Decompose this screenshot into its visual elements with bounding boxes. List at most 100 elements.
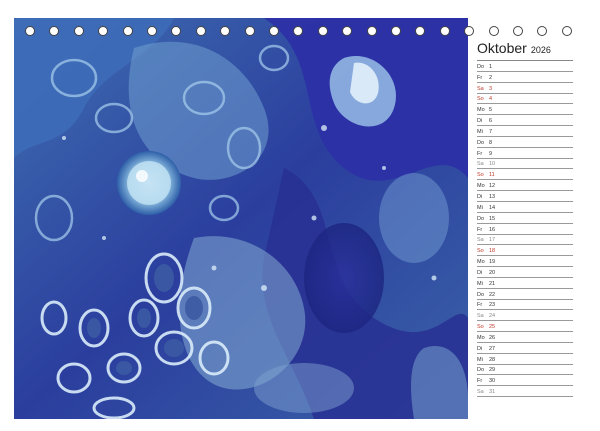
day-row: So 4	[477, 94, 573, 105]
weekday-label: Do	[477, 63, 485, 70]
day-list: Do 1 Fr 2 Sa 3 So 4 Mo 5 Di 6 Mi 7 Do 8 Fr 9 Sa 10 So 11 Mo 12 D…	[477, 60, 573, 398]
day-number: 1	[489, 63, 493, 70]
day-row: Sa 17	[477, 235, 573, 246]
weekday-label: Di	[477, 345, 483, 352]
day-number: 14	[489, 204, 496, 211]
day-number: 25	[489, 324, 496, 331]
day-number: 31	[489, 389, 496, 396]
day-number: 28	[489, 356, 496, 363]
day-number: 13	[489, 193, 496, 200]
day-number: 16	[489, 226, 496, 233]
weekday-label: Mo	[477, 259, 485, 266]
day-row: Mo 19	[477, 256, 573, 268]
day-number: 26	[489, 334, 496, 341]
day-number: 17	[489, 237, 496, 244]
day-row: Mo 26	[477, 332, 573, 343]
day-number: 11	[489, 172, 495, 179]
month-title: Oktober	[477, 40, 527, 56]
day-row: Do 8	[477, 137, 573, 148]
day-number: 27	[489, 345, 496, 352]
weekday-label: So	[477, 96, 484, 103]
weekday-label: Mo	[477, 107, 485, 114]
day-row: Fr 2	[477, 72, 573, 83]
day-row: Mo 5	[477, 104, 573, 116]
weekday-label: Mo	[477, 183, 485, 190]
day-row: Di 13	[477, 191, 573, 202]
weekday-label: Sa	[477, 237, 484, 244]
day-number: 21	[489, 280, 496, 287]
weekday-label: Sa	[477, 389, 484, 396]
day-row: Fr 23	[477, 300, 573, 311]
weekday-label: Sa	[477, 161, 484, 168]
calendar-header: Oktober 2026	[477, 40, 573, 57]
day-row: Fr 9	[477, 148, 573, 159]
day-row: Mi 14	[477, 202, 573, 213]
day-row: Mo 12	[477, 180, 573, 192]
day-number: 23	[489, 302, 496, 309]
binding-hole	[513, 26, 523, 36]
day-number: 29	[489, 367, 496, 374]
weekday-label: So	[477, 172, 484, 179]
day-row: Mi 21	[477, 278, 573, 289]
weekday-label: Mi	[477, 128, 483, 135]
day-row: Sa 3	[477, 83, 573, 94]
day-row: Di 20	[477, 267, 573, 278]
day-number: 4	[489, 96, 493, 103]
day-row: Di 27	[477, 343, 573, 354]
weekday-label: Do	[477, 215, 485, 222]
weekday-label: Do	[477, 367, 485, 374]
day-number: 5	[489, 107, 493, 114]
weekday-label: Sa	[477, 85, 484, 92]
fluid-art-image	[14, 18, 468, 419]
day-row: Do 29	[477, 365, 573, 376]
weekday-label: Di	[477, 193, 483, 200]
day-number: 12	[489, 183, 496, 190]
weekday-label: Sa	[477, 313, 484, 320]
weekday-label: Fr	[477, 74, 483, 81]
weekday-label: Di	[477, 118, 483, 125]
day-number: 19	[489, 259, 496, 266]
weekday-label: Mi	[477, 204, 483, 211]
day-number: 10	[489, 161, 496, 168]
day-number: 15	[489, 215, 496, 222]
day-number: 2	[489, 74, 493, 81]
day-number: 24	[489, 313, 496, 320]
day-row: Mi 7	[477, 126, 573, 137]
day-row: Sa 10	[477, 159, 573, 170]
day-number: 6	[489, 118, 493, 125]
day-number: 30	[489, 378, 496, 385]
weekday-label: Mi	[477, 356, 483, 363]
day-row: Do 22	[477, 289, 573, 300]
day-row: So 25	[477, 321, 573, 333]
weekday-label: So	[477, 324, 484, 331]
day-number: 9	[489, 150, 493, 157]
day-row: Sa 31	[477, 386, 573, 398]
day-number: 18	[489, 248, 496, 255]
day-row: Sa 24	[477, 310, 573, 322]
day-row: So 18	[477, 245, 573, 257]
day-number: 20	[489, 269, 496, 276]
day-number: 22	[489, 291, 496, 298]
weekday-label: Do	[477, 291, 485, 298]
weekday-label: Fr	[477, 378, 483, 385]
day-number: 7	[489, 128, 493, 135]
year-label: 2026	[530, 45, 551, 55]
day-row: Do 15	[477, 213, 573, 224]
day-row: Fr 30	[477, 375, 573, 387]
weekday-label: Mi	[477, 280, 483, 287]
weekday-label: Mo	[477, 334, 485, 341]
day-number: 8	[489, 139, 493, 146]
day-row: Mi 28	[477, 354, 573, 365]
binding-hole	[561, 26, 572, 36]
day-row: Do 1	[477, 61, 573, 72]
calendar-panel: Oktober 2026 Do 1 Fr 2 Sa 3 So 4 Mo 5 Di 6 Mi 7 Do 8 Fr 9…	[477, 40, 573, 398]
weekday-label: Fr	[477, 150, 483, 157]
day-row: So 11	[477, 169, 573, 181]
day-number: 3	[489, 85, 493, 92]
day-row: Di 6	[477, 115, 573, 127]
weekday-label: Di	[477, 269, 483, 276]
weekday-label: Fr	[477, 302, 483, 309]
weekday-label: So	[477, 248, 484, 255]
day-row: Fr 16	[477, 224, 573, 235]
fluid-art-illustration	[14, 18, 468, 419]
